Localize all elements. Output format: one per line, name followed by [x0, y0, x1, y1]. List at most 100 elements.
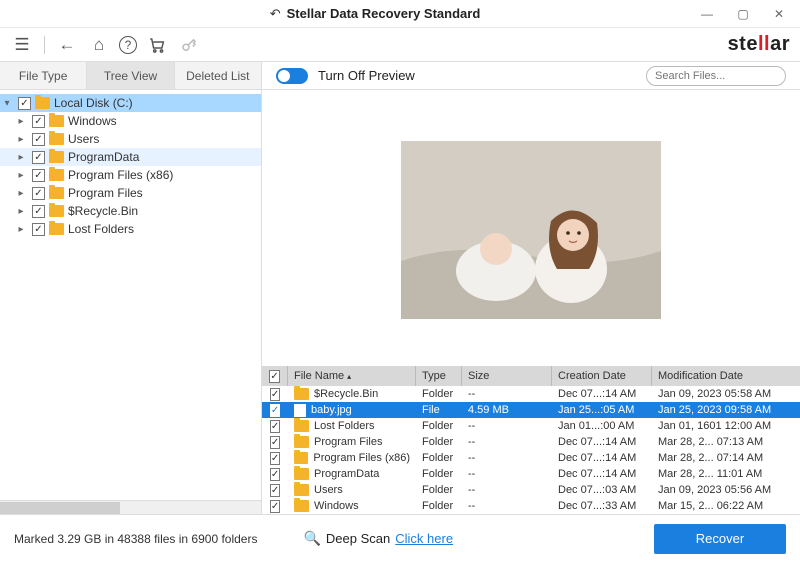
tree-item[interactable]: ▸✓Program Files (x86) — [0, 166, 261, 184]
cell-creation-date: Dec 07...:33 AM — [552, 498, 652, 514]
cell-size: -- — [462, 482, 552, 498]
table-row[interactable]: ✓baby.jpgFile4.59 MBJan 25...:05 AMJan 2… — [262, 402, 800, 418]
table-row[interactable]: ✓Lost FoldersFolder--Jan 01...:00 AMJan … — [262, 418, 800, 434]
checkbox[interactable]: ✓ — [270, 484, 280, 497]
expand-icon[interactable]: ▾ — [0, 98, 14, 109]
tabs-row: File TypeTree ViewDeleted List Turn Off … — [0, 62, 800, 90]
folder-icon — [294, 484, 309, 496]
help-icon[interactable]: ? — [119, 36, 137, 54]
checkbox[interactable]: ✓ — [270, 388, 280, 401]
search-input[interactable] — [655, 70, 797, 82]
checkbox[interactable]: ✓ — [32, 151, 45, 164]
search-box[interactable]: 🔍 — [646, 66, 786, 86]
grid-header: ✓ File Name▴ Type Size Creation Date Mod… — [262, 366, 800, 386]
cell-type: Folder — [416, 466, 462, 482]
recover-button[interactable]: Recover — [654, 524, 786, 554]
close-button[interactable]: ✕ — [762, 3, 796, 25]
checkbox[interactable]: ✓ — [270, 452, 280, 465]
cart-icon[interactable] — [145, 33, 169, 57]
checkbox[interactable]: ✓ — [18, 97, 31, 110]
file-name-label: Users — [314, 484, 343, 496]
tree-item[interactable]: ▾ ✓ Local Disk (C:) — [0, 94, 261, 112]
checkbox[interactable]: ✓ — [270, 404, 280, 417]
tab-tree-view[interactable]: Tree View — [87, 62, 174, 89]
checkbox[interactable]: ✓ — [32, 133, 45, 146]
cell-creation-date: Dec 07...:14 AM — [552, 450, 652, 466]
header-creation-date[interactable]: Creation Date — [552, 366, 652, 386]
table-row[interactable]: ✓WindowsFolder--Dec 07...:33 AMMar 15, 2… — [262, 498, 800, 514]
checkbox[interactable]: ✓ — [32, 205, 45, 218]
cell-creation-date: Jan 01...:00 AM — [552, 418, 652, 434]
horizontal-scrollbar[interactable] — [0, 500, 261, 514]
tree-item[interactable]: ▸✓Windows — [0, 112, 261, 130]
expand-icon[interactable]: ▸ — [14, 152, 28, 163]
checkbox[interactable]: ✓ — [32, 115, 45, 128]
expand-icon[interactable]: ▸ — [14, 116, 28, 127]
deep-scan-link[interactable]: Click here — [395, 531, 453, 546]
header-modification-date[interactable]: Modification Date — [652, 366, 800, 386]
cell-type: Folder — [416, 498, 462, 514]
row-checkbox-cell[interactable]: ✓ — [262, 418, 288, 434]
cell-modification-date: Jan 09, 2023 05:58 AM — [652, 386, 800, 402]
row-checkbox-cell[interactable]: ✓ — [262, 402, 288, 418]
checkbox[interactable]: ✓ — [270, 500, 280, 513]
table-row[interactable]: ✓Program FilesFolder--Dec 07...:14 AMMar… — [262, 434, 800, 450]
tree-item-label: Local Disk (C:) — [54, 96, 133, 110]
header-type[interactable]: Type — [416, 366, 462, 386]
checkbox[interactable]: ✓ — [270, 420, 280, 433]
maximize-button[interactable]: ▢ — [726, 3, 760, 25]
table-row[interactable]: ✓Program Files (x86)Folder--Dec 07...:14… — [262, 450, 800, 466]
cell-size: -- — [462, 386, 552, 402]
scrollbar-thumb[interactable] — [0, 502, 120, 514]
brand-logo: stellar — [728, 33, 790, 56]
row-checkbox-cell[interactable]: ✓ — [262, 466, 288, 482]
row-checkbox-cell[interactable]: ✓ — [262, 482, 288, 498]
folder-icon — [294, 500, 309, 512]
table-row[interactable]: ✓ProgramDataFolder--Dec 07...:14 AMMar 2… — [262, 466, 800, 482]
sort-icon: ▴ — [347, 372, 351, 381]
tree-item[interactable]: ▸✓Users — [0, 130, 261, 148]
expand-icon[interactable]: ▸ — [14, 224, 28, 235]
tree-item[interactable]: ▸✓Program Files — [0, 184, 261, 202]
header-name[interactable]: File Name▴ — [288, 366, 416, 386]
folder-icon — [49, 205, 64, 217]
checkbox[interactable]: ✓ — [32, 187, 45, 200]
select-all-checkbox[interactable]: ✓ — [269, 370, 279, 383]
expand-icon[interactable]: ▸ — [14, 206, 28, 217]
window-title: Stellar Data Recovery Standard — [287, 6, 481, 21]
key-icon[interactable] — [177, 33, 201, 57]
back-icon[interactable]: ← — [55, 33, 79, 57]
row-checkbox-cell[interactable]: ✓ — [262, 386, 288, 402]
cell-modification-date: Mar 28, 2... 07:14 AM — [652, 450, 800, 466]
grid-body: ✓$Recycle.BinFolder--Dec 07...:14 AMJan … — [262, 386, 800, 514]
folder-icon — [35, 97, 50, 109]
checkbox[interactable]: ✓ — [270, 436, 280, 449]
expand-icon[interactable]: ▸ — [14, 134, 28, 145]
header-size[interactable]: Size — [462, 366, 552, 386]
checkbox[interactable]: ✓ — [32, 169, 45, 182]
row-checkbox-cell[interactable]: ✓ — [262, 434, 288, 450]
expand-icon[interactable]: ▸ — [14, 188, 28, 199]
preview-toggle[interactable] — [276, 68, 308, 84]
table-row[interactable]: ✓UsersFolder--Dec 07...:03 AMJan 09, 202… — [262, 482, 800, 498]
home-icon[interactable]: ⌂ — [87, 33, 111, 57]
tab-file-type[interactable]: File Type — [0, 62, 87, 89]
tree-item[interactable]: ▸✓Lost Folders — [0, 220, 261, 238]
folder-tree: ▾✓Local Disk (C:)▸✓Windows▸✓Users▸✓Progr… — [0, 90, 261, 500]
cell-modification-date: Mar 28, 2... 07:13 AM — [652, 434, 800, 450]
table-row[interactable]: ✓$Recycle.BinFolder--Dec 07...:14 AMJan … — [262, 386, 800, 402]
view-tabs: File TypeTree ViewDeleted List — [0, 62, 262, 89]
row-checkbox-cell[interactable]: ✓ — [262, 498, 288, 514]
menu-icon[interactable]: ☰ — [10, 33, 34, 57]
tab-deleted-list[interactable]: Deleted List — [175, 62, 262, 89]
cell-type: Folder — [416, 482, 462, 498]
tree-item[interactable]: ▸✓ProgramData — [0, 148, 261, 166]
cell-size: 4.59 MB — [462, 402, 552, 418]
row-checkbox-cell[interactable]: ✓ — [262, 450, 288, 466]
minimize-button[interactable]: ― — [690, 3, 724, 25]
checkbox[interactable]: ✓ — [32, 223, 45, 236]
checkbox[interactable]: ✓ — [270, 468, 280, 481]
expand-icon[interactable]: ▸ — [14, 170, 28, 181]
tree-item[interactable]: ▸✓$Recycle.Bin — [0, 202, 261, 220]
header-checkbox-cell[interactable]: ✓ — [262, 366, 288, 386]
